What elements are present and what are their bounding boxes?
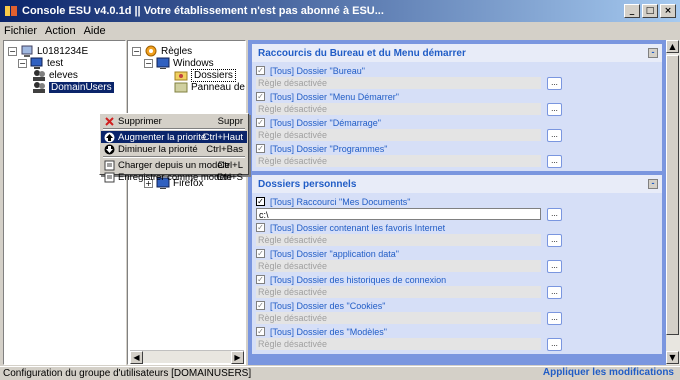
maximize-button[interactable]: □ <box>642 4 658 18</box>
menu-item-augmenter[interactable]: Augmenter la priorité Ctrl+Haut <box>101 131 247 143</box>
menu-separator <box>103 128 245 130</box>
rule-checkbox[interactable]: ✓ <box>256 144 265 153</box>
browse-button[interactable]: ... <box>547 208 562 221</box>
collapse-toggle[interactable]: − <box>132 47 141 56</box>
scroll-thumb[interactable] <box>666 55 679 335</box>
rule-checkbox[interactable]: ✓ <box>256 118 265 127</box>
menu-separator <box>103 156 245 158</box>
rule-value-field[interactable]: Règle désactivée <box>256 286 541 298</box>
rule-item: ✓ [Tous] Raccourci "Mes Documents" c:\ ..… <box>256 196 658 222</box>
section-personal-folders: Dossiers personnels - ✓ [Tous] Raccourci … <box>252 175 662 354</box>
tree-node-domainusers[interactable]: DomainUsers <box>32 81 114 94</box>
menu-item-diminuer[interactable]: Diminuer la priorité Ctrl+Bas <box>101 143 247 155</box>
rule-item: ✓ [Tous] Dossier des "Modèles" Règle désa… <box>256 326 658 352</box>
section-shortcuts: Raccourcis du Bureau et du Menu démarrer… <box>252 44 662 171</box>
rule-item: ✓ [Tous] Dossier des historiques de conne… <box>256 274 658 300</box>
scroll-up-icon[interactable]: ▲ <box>666 40 679 53</box>
browse-button[interactable]: ... <box>547 338 562 351</box>
rule-value-field[interactable]: Règle désactivée <box>256 338 541 350</box>
rules-tree: − Règles − Windows Dossiers Panneau de c… <box>127 40 267 365</box>
rule-item: ✓ [Tous] Dossier "Démarrage" Règle désact… <box>256 117 658 143</box>
rule-checkbox[interactable]: ✓ <box>256 223 265 232</box>
menu-bar: Fichier Action Aide <box>0 22 680 40</box>
browse-button[interactable]: ... <box>547 312 562 325</box>
menu-fichier[interactable]: Fichier <box>4 25 37 37</box>
status-text: Configuration du groupe d'utilisateurs [… <box>3 368 252 379</box>
browse-button[interactable]: ... <box>547 155 562 168</box>
minimize-button[interactable]: _ <box>624 4 640 18</box>
horizontal-scrollbar[interactable]: ◀ ▶ <box>130 350 244 364</box>
user-group-icon <box>32 81 46 94</box>
rule-value-field[interactable]: Règle désactivée <box>256 77 541 89</box>
app-icon <box>4 4 18 18</box>
rule-value-field[interactable]: Règle désactivée <box>256 129 541 141</box>
collapse-toggle[interactable]: − <box>8 47 17 56</box>
scroll-right-icon[interactable]: ▶ <box>231 351 244 364</box>
control-panel-icon <box>174 81 188 94</box>
collapse-toggle[interactable]: − <box>18 59 27 68</box>
rule-item: ✓ [Tous] Dossier "application data" Règle… <box>256 248 658 274</box>
title-bar: Console ESU v4.0.1d || Votre établisseme… <box>0 0 680 22</box>
section-header[interactable]: Raccourcis du Bureau et du Menu démarrer… <box>252 44 662 62</box>
collapse-icon[interactable]: - <box>648 179 658 189</box>
window-title: Console ESU v4.0.1d || Votre établisseme… <box>22 5 384 17</box>
browse-button[interactable]: ... <box>547 260 562 273</box>
rule-item: ✓ [Tous] Dossier "Menu Démarrer" Règle dé… <box>256 91 658 117</box>
rule-item: ✓ [Tous] Dossier "Bureau" Règle désactivé… <box>256 65 658 91</box>
menu-item-supprimer[interactable]: Supprimer Suppr <box>101 115 247 127</box>
browse-button[interactable]: ... <box>547 129 562 142</box>
rule-item: ✓ [Tous] Dossier "Programmes" Règle désac… <box>256 143 658 169</box>
scroll-down-icon[interactable]: ▼ <box>666 351 679 364</box>
scroll-left-icon[interactable]: ◀ <box>130 351 143 364</box>
close-button[interactable]: × <box>660 4 676 18</box>
collapse-toggle[interactable]: − <box>144 59 153 68</box>
rule-value-field[interactable]: Règle désactivée <box>256 260 541 272</box>
settings-panel: Raccourcis du Bureau et du Menu démarrer… <box>248 40 666 365</box>
rule-value-field[interactable]: Règle désactivée <box>256 312 541 324</box>
rule-checkbox[interactable]: ✓ <box>256 197 265 206</box>
context-menu: Supprimer Suppr Augmenter la priorité Ct… <box>99 113 249 183</box>
rule-checkbox[interactable]: ✓ <box>256 66 265 75</box>
collapse-icon[interactable]: - <box>648 48 658 58</box>
vertical-scrollbar[interactable]: ▲ ▼ <box>666 40 680 365</box>
browse-button[interactable]: ... <box>547 234 562 247</box>
rule-value-field[interactable]: Règle désactivée <box>256 155 541 167</box>
rule-checkbox[interactable]: ✓ <box>256 327 265 336</box>
delete-x-icon <box>104 116 115 127</box>
browse-button[interactable]: ... <box>547 77 562 90</box>
save-template-icon <box>104 172 115 183</box>
rule-value-field[interactable]: c:\ <box>256 208 541 220</box>
apply-changes-link[interactable]: Appliquer les modifications <box>543 367 674 378</box>
rule-item: ✓ [Tous] Dossier des "Cookies" Règle désa… <box>256 300 658 326</box>
section-header[interactable]: Dossiers personnels - <box>252 175 662 193</box>
menu-action[interactable]: Action <box>45 25 76 37</box>
menu-item-charger[interactable]: Charger depuis un modèle Ctrl+L <box>101 159 247 171</box>
rule-value-field[interactable]: Règle désactivée <box>256 234 541 246</box>
rule-checkbox[interactable]: ✓ <box>256 249 265 258</box>
rule-value-field[interactable]: Règle désactivée <box>256 103 541 115</box>
rule-checkbox[interactable]: ✓ <box>256 301 265 310</box>
menu-item-enregistrer[interactable]: Enregistrer comme modèle Ctrl+S <box>101 171 247 183</box>
arrow-down-icon <box>104 144 115 155</box>
rule-item: ✓ [Tous] Dossier contenant les favoris In… <box>256 222 658 248</box>
establishment-tree: − L0181234E − test eleves DomainUsers <box>3 40 126 365</box>
menu-aide[interactable]: Aide <box>84 25 106 37</box>
rule-checkbox[interactable]: ✓ <box>256 92 265 101</box>
windows-icon <box>156 57 170 70</box>
browse-button[interactable]: ... <box>547 103 562 116</box>
load-template-icon <box>104 160 115 171</box>
arrow-up-icon <box>104 132 115 143</box>
browse-button[interactable]: ... <box>547 286 562 299</box>
rule-checkbox[interactable]: ✓ <box>256 275 265 284</box>
